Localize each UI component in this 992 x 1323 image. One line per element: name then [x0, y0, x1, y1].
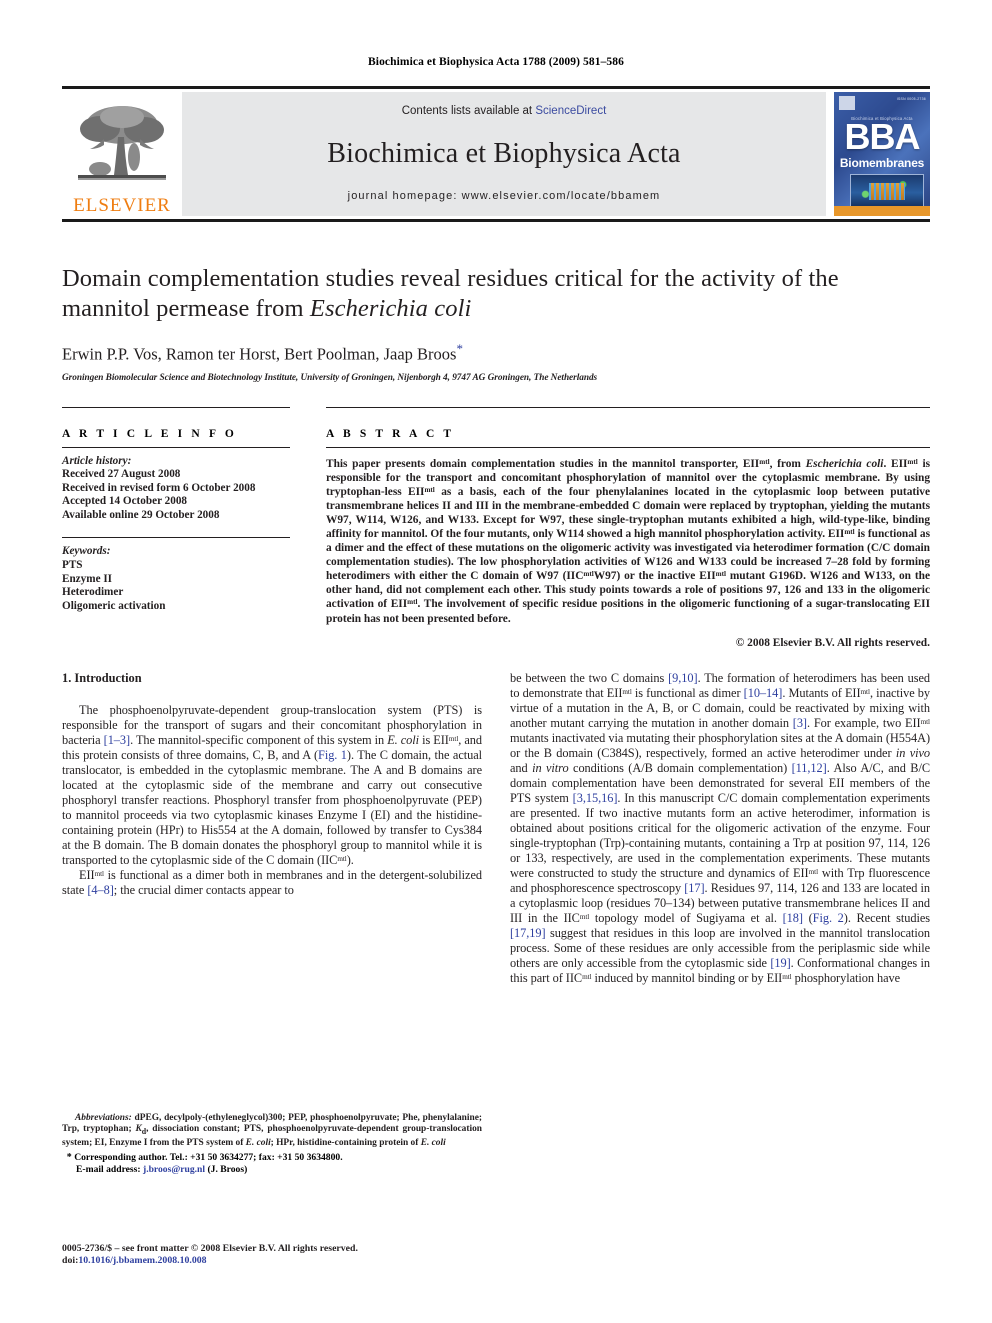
abstract-label: A B S T R A C T: [326, 427, 455, 440]
article-info-label: A R T I C L E I N F O: [62, 427, 237, 440]
cover-orange-strip: [834, 206, 930, 216]
title-species-italic: Escherichia coli: [309, 295, 472, 322]
imprint-line: 0005-2736/$ – see front matter © 2008 El…: [62, 1243, 358, 1254]
footnotes-block: Abbreviations: dPEG, decylpoly-(ethylene…: [62, 1113, 482, 1176]
keywords: Keywords: PTS Enzyme II Heterodimer Olig…: [62, 538, 290, 613]
corresponding-author-footnote: * Corresponding author. Tel.: +31 50 363…: [62, 1152, 482, 1164]
corresponding-author-text: Corresponding author. Tel.: +31 50 36342…: [74, 1152, 343, 1164]
journal-header-band: ELSEVIER Contents lists available at Sci…: [62, 86, 930, 222]
abstract-text: This paper presents domain complementati…: [326, 457, 931, 625]
abstract-copyright: © 2008 Elsevier B.V. All rights reserved…: [735, 636, 930, 649]
email-footnote: E-mail address: j.broos@rug.nl (J. Broos…: [62, 1164, 482, 1176]
citation-link[interactable]: [19]: [770, 956, 790, 970]
section-heading-introduction: 1. Introduction: [62, 670, 142, 685]
keyword-item: PTS: [62, 559, 83, 572]
page-title: Domain complementation studies reveal re…: [62, 264, 930, 324]
citation-link[interactable]: [3]: [793, 716, 807, 730]
history-item: Received in revised form 6 October 2008: [62, 481, 256, 494]
history-item: Accepted 14 October 2008: [62, 495, 188, 508]
citation-link[interactable]: [10–14]: [744, 686, 783, 700]
contents-list-line: Contents lists available at ScienceDirec…: [402, 105, 607, 117]
running-head: Biochimica et Biophysica Acta 1788 (2009…: [368, 56, 624, 68]
paragraph: The phosphoenolpyruvate-dependent group-…: [62, 702, 483, 867]
figure-link[interactable]: Fig. 2: [813, 911, 844, 925]
elsevier-tree-icon: [78, 106, 166, 180]
citation-link[interactable]: [4–8]: [87, 883, 113, 897]
keywords-label: Keywords:: [62, 545, 111, 558]
body-column-right: be between the two C domains [9,10]. The…: [510, 671, 930, 986]
paper-page: Biochimica et Biophysica Acta 1788 (2009…: [0, 0, 992, 1323]
history-item: Received 27 August 2008: [62, 468, 181, 481]
citation-link[interactable]: [3,15,16]: [573, 791, 618, 805]
email-owner: (J. Broos): [207, 1164, 248, 1176]
citation-link[interactable]: [1–3]: [104, 733, 130, 747]
cover-elsevier-mark-icon: [839, 96, 855, 110]
abbreviations-footnote: Abbreviations: dPEG, decylpoly-(ethylene…: [62, 1113, 482, 1148]
history-item: Available online 29 October 2008: [62, 508, 220, 521]
article-info-column: A R T I C L E I N F O Article history: R…: [62, 406, 312, 649]
keyword-item: Oligomeric activation: [62, 599, 166, 612]
paragraph: be between the two C domains [9,10]. The…: [510, 670, 931, 985]
title-line-2: mannitol permease from: [62, 295, 310, 322]
article-history: Article history: Received 27 August 2008…: [62, 448, 290, 523]
keyword-item: Enzyme II: [62, 572, 113, 585]
author-list: Erwin P.P. Vos, Ramon ter Horst, Bert Po…: [62, 341, 930, 365]
author-names: Erwin P.P. Vos, Ramon ter Horst, Bert Po…: [62, 344, 457, 364]
cover-bba-title: BBA: [844, 116, 921, 157]
citation-link[interactable]: [17,19]: [510, 926, 546, 940]
citation-link[interactable]: [17]: [684, 881, 704, 895]
doi-link[interactable]: 10.1016/j.bbamem.2008.10.008: [78, 1255, 206, 1266]
title-line-1: Domain complementation studies reveal re…: [62, 265, 839, 292]
elsevier-logo: ELSEVIER: [62, 89, 182, 219]
abbreviations-label: Abbreviations:: [75, 1113, 132, 1123]
journal-cover-thumbnail[interactable]: ISSN 0005-2736 Biochimica et Biophysica …: [834, 92, 930, 216]
figure-link[interactable]: Fig. 1: [318, 748, 347, 762]
email-link[interactable]: j.broos@rug.nl: [143, 1164, 205, 1175]
doi-line: doi:10.1016/j.bbamem.2008.10.008: [62, 1255, 492, 1267]
email-label: E-mail address:: [76, 1164, 141, 1176]
info-abstract-row: A R T I C L E I N F O Article history: R…: [62, 406, 931, 649]
affiliation: Groningen Biomolecular Science and Biote…: [62, 372, 598, 383]
citation-link[interactable]: [11,12]: [792, 761, 827, 775]
sciencedirect-banner: Contents lists available at ScienceDirec…: [182, 92, 826, 216]
corresponding-author-marker[interactable]: *: [456, 341, 463, 356]
keyword-item: Heterodimer: [62, 586, 124, 599]
abstract-column: A B S T R A C T This paper presents doma…: [312, 406, 931, 649]
doi-label: doi:: [62, 1255, 79, 1267]
paragraph: EIImtl is functional as a dimer both in …: [62, 867, 482, 897]
citation-link[interactable]: [9,10]: [668, 671, 698, 685]
body-column-left: 1. Introduction The phosphoenolpyruvate-…: [62, 671, 482, 986]
imprint-block: 0005-2736/$ – see front matter © 2008 El…: [62, 1243, 492, 1268]
sciencedirect-link[interactable]: ScienceDirect: [535, 105, 606, 117]
citation-link[interactable]: [18]: [783, 911, 803, 925]
cover-biomembranes-subtitle: Biomembranes: [839, 156, 925, 170]
cover-artwork-image: [850, 174, 924, 208]
elsevier-wordmark: ELSEVIER: [73, 195, 171, 216]
keywords-block: Keywords: PTS Enzyme II Heterodimer Olig…: [62, 537, 290, 613]
journal-title: Biochimica et Biophysica Acta: [327, 137, 681, 169]
article-history-label: Article history:: [62, 454, 132, 467]
journal-homepage-link[interactable]: journal homepage: www.elsevier.com/locat…: [348, 190, 661, 202]
contents-prefix: Contents lists available at: [401, 105, 536, 117]
body-columns: 1. Introduction The phosphoenolpyruvate-…: [62, 671, 930, 986]
asterisk-marker: *: [66, 1152, 72, 1164]
cover-issn-text: ISSN 0005-2736: [896, 97, 926, 101]
